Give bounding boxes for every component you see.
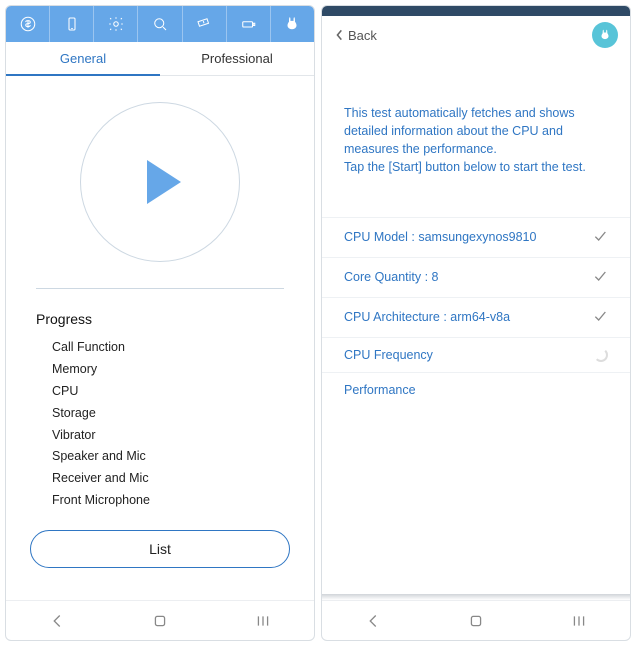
bunny-fab[interactable] [592,22,618,48]
bunny-icon[interactable] [271,6,314,42]
android-navbar [322,600,630,640]
spinner-icon [594,348,608,362]
progress-title: Progress [36,311,284,327]
list-item: Speaker and Mic [52,446,284,468]
list-item: Receiver and Mic [52,468,284,490]
list-button[interactable]: List [30,530,290,568]
check-icon [592,228,608,247]
nav-back-icon[interactable] [362,610,384,632]
play-button[interactable] [80,102,240,262]
divider [36,288,284,289]
check-icon [592,268,608,287]
list-item: Storage [52,403,284,425]
right-screen: Back This test automatically fetches and… [321,5,631,641]
gear-icon[interactable] [94,6,138,42]
cpu-rows: CPU Model : samsungexynos9810 Core Quant… [322,217,630,407]
left-screen: General Professional Progress Call Funct… [5,5,315,641]
list-item: Vibrator [52,425,284,447]
row-cpu-model: CPU Model : samsungexynos9810 [322,217,630,257]
android-navbar [6,600,314,640]
top-toolbar [6,6,314,42]
tab-professional[interactable]: Professional [160,42,314,76]
list-item: CPU [52,381,284,403]
top-bar: Back [322,16,630,54]
status-bar [322,6,630,16]
row-cpu-arch: CPU Architecture : arm64-v8a [322,297,630,337]
dollar-icon[interactable] [6,6,50,42]
right-body: This test automatically fetches and show… [322,54,630,594]
list-item: Memory [52,359,284,381]
progress-list: Call Function Memory CPU Storage Vibrato… [36,337,284,512]
battery-icon[interactable] [227,6,271,42]
check-icon [592,308,608,327]
tab-general[interactable]: General [6,42,160,76]
description: This test automatically fetches and show… [322,54,630,197]
back-label: Back [348,28,377,43]
nav-home-icon[interactable] [465,610,487,632]
row-cpu-frequency: CPU Frequency [322,337,630,372]
phone-icon[interactable] [50,6,94,42]
list-item: Front Microphone [52,490,284,512]
play-area [6,76,314,272]
nav-recents-icon[interactable] [568,610,590,632]
chevron-left-icon [334,28,344,42]
bunny-icon [598,28,612,42]
list-item: Call Function [52,337,284,359]
play-icon [147,160,181,204]
magnify-icon[interactable] [138,6,182,42]
nav-recents-icon[interactable] [252,610,274,632]
row-performance: Performance [322,372,630,407]
progress-block: Progress Call Function Memory CPU Storag… [6,299,314,516]
back-button[interactable]: Back [334,28,377,43]
ticket-icon[interactable] [183,6,227,42]
nav-back-icon[interactable] [46,610,68,632]
tabs: General Professional [6,42,314,76]
row-core-quantity: Core Quantity : 8 [322,257,630,297]
nav-home-icon[interactable] [149,610,171,632]
